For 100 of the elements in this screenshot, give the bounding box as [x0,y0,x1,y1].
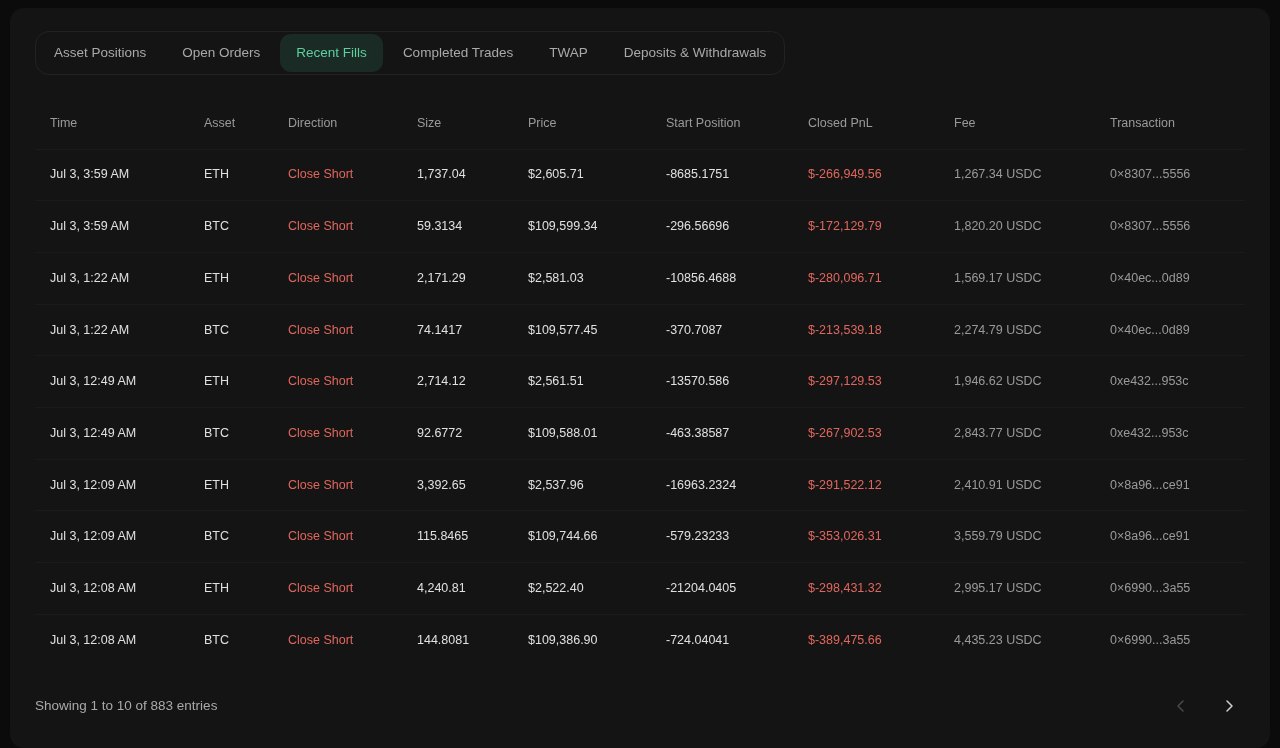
table-cell: Jul 3, 12:09 AM [35,510,189,563]
table-cell: $-297,129.53 [793,355,939,408]
table-cell: 3,559.79 USDC [939,510,1095,563]
table-cell: $-291,522.12 [793,459,939,511]
column-header: Price [513,99,651,149]
table-cell: ETH [189,355,273,408]
transaction-link[interactable]: 0×8307...5556 [1095,200,1245,253]
table-cell: Jul 3, 1:22 AM [35,304,189,356]
table-cell: 59.3134 [402,200,513,253]
table-cell: -8685.1751 [651,149,793,201]
tab[interactable]: Recent Fills [280,34,383,72]
table-cell: 3,392.65 [402,459,513,511]
table-cell: -370.7087 [651,304,793,356]
transaction-link[interactable]: 0×8307...5556 [1095,149,1245,201]
table-cell: $-389,475.66 [793,614,939,666]
table-cell: 4,435.23 USDC [939,614,1095,666]
table-cell: Jul 3, 12:08 AM [35,562,189,615]
tab[interactable]: Asset Positions [38,34,163,72]
table-cell: $109,744.66 [513,510,651,563]
entries-summary: Showing 1 to 10 of 883 entries [35,696,218,715]
table-cell: Jul 3, 1:22 AM [35,252,189,305]
column-header: Fee [939,99,1095,149]
table-cell: Close Short [273,355,402,408]
table-cell: ETH [189,252,273,305]
table-cell: $-353,026.31 [793,510,939,563]
transaction-link[interactable]: 0×6990...3a55 [1095,614,1245,666]
table-cell: -463.38587 [651,407,793,460]
table-cell: Jul 3, 12:08 AM [35,614,189,666]
table-cell: 74.1417 [402,304,513,356]
table-cell: 2,410.91 USDC [939,459,1095,511]
table-cell: Close Short [273,459,402,511]
table-cell: ETH [189,562,273,615]
table-cell: $109,577.45 [513,304,651,356]
table-cell: 115.8465 [402,510,513,563]
transaction-link[interactable]: 0xe432...953c [1095,407,1245,460]
transaction-link[interactable]: 0×40ec...0d89 [1095,252,1245,305]
table-cell: -724.04041 [651,614,793,666]
table-cell: $2,605.71 [513,149,651,201]
table-cell: 2,714.12 [402,355,513,408]
table-cell: BTC [189,304,273,356]
transaction-link[interactable]: 0×40ec...0d89 [1095,304,1245,356]
table-cell: $109,599.34 [513,200,651,253]
tab[interactable]: TWAP [533,34,604,72]
table-cell: -579.23233 [651,510,793,563]
table-cell: $109,588.01 [513,407,651,460]
table-cell: Close Short [273,304,402,356]
table-cell: 2,171.29 [402,252,513,305]
transaction-link[interactable]: 0×8a96...ce91 [1095,510,1245,563]
table-cell: $-266,949.56 [793,149,939,201]
tab[interactable]: Deposits & Withdrawals [607,34,783,72]
table-cell: 2,995.17 USDC [939,562,1095,615]
table-cell: BTC [189,614,273,666]
table-cell: Close Short [273,614,402,666]
table-cell: Close Short [273,562,402,615]
table-cell: 92.6772 [402,407,513,460]
column-header: Closed PnL [793,99,939,149]
transaction-link[interactable]: 0xe432...953c [1095,355,1245,408]
column-header: Transaction [1095,99,1245,149]
table-cell: Close Short [273,252,402,305]
table-cell: -16963.2324 [651,459,793,511]
table-cell: ETH [189,149,273,201]
table-cell: 2,274.79 USDC [939,304,1095,356]
table-cell: Close Short [273,407,402,460]
column-header: Start Position [651,99,793,149]
tab[interactable]: Completed Trades [386,34,530,72]
table-cell: ETH [189,459,273,511]
table-cell: BTC [189,407,273,460]
table-cell: -10856.4688 [651,252,793,305]
table-cell: $2,522.40 [513,562,651,615]
column-header: Time [35,99,189,149]
column-header: Asset [189,99,273,149]
table-cell: $-280,096.71 [793,252,939,305]
table-cell: Jul 3, 12:09 AM [35,459,189,511]
table-cell: $2,581.03 [513,252,651,305]
table-cell: 1,820.20 USDC [939,200,1095,253]
table-cell: Close Short [273,149,402,201]
table-cell: $-213,539.18 [793,304,939,356]
table-cell: 1,569.17 USDC [939,252,1095,305]
table-cell: Jul 3, 12:49 AM [35,407,189,460]
table-cell: 144.8081 [402,614,513,666]
table-cell: BTC [189,200,273,253]
table-cell: 1,946.62 USDC [939,355,1095,408]
transaction-link[interactable]: 0×8a96...ce91 [1095,459,1245,511]
table-cell: Close Short [273,200,402,253]
table-cell: Jul 3, 3:59 AM [35,200,189,253]
table-cell: Jul 3, 3:59 AM [35,149,189,201]
transaction-link[interactable]: 0×6990...3a55 [1095,562,1245,615]
table-cell: $2,561.51 [513,355,651,408]
table-cell: 4,240.81 [402,562,513,615]
table-cell: 1,737.04 [402,149,513,201]
table-cell: -296.56696 [651,200,793,253]
column-header: Size [402,99,513,149]
table-cell: 2,843.77 USDC [939,407,1095,460]
table-cell: -13570.586 [651,355,793,408]
table-cell: $-267,902.53 [793,407,939,460]
table-cell: $109,386.90 [513,614,651,666]
table-cell: BTC [189,510,273,563]
tab[interactable]: Open Orders [166,34,277,72]
table-cell: $-298,431.32 [793,562,939,615]
column-header: Direction [273,99,402,149]
